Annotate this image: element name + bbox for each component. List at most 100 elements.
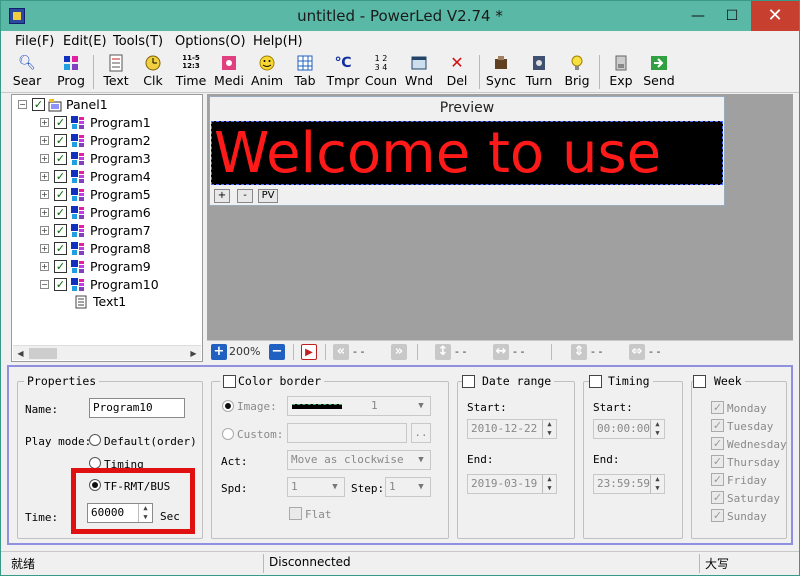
preview-zoom-in-button[interactable]: + xyxy=(214,189,230,203)
toolbar-clock-button[interactable]: Clk xyxy=(133,53,173,91)
horizontal-move-icon[interactable]: ⇔ xyxy=(629,344,645,360)
program-name-input[interactable]: Program10 xyxy=(89,398,185,418)
speed-value: 1 xyxy=(291,480,298,493)
timing-checkbox[interactable] xyxy=(589,375,602,388)
toolbar-media-button[interactable]: Medi xyxy=(209,53,249,91)
preview-zoom-out-button[interactable]: - xyxy=(237,189,253,203)
flat-checkbox[interactable] xyxy=(289,507,302,520)
week-day-checkbox[interactable]: ✓ xyxy=(711,437,724,450)
expand-toggle[interactable]: + xyxy=(40,262,49,271)
toolbar-brightness-button[interactable]: Brig xyxy=(557,53,597,91)
vertical-move-icon[interactable]: ⇕ xyxy=(571,344,587,360)
scroll-thumb[interactable] xyxy=(29,348,57,359)
menu-file[interactable]: File(F) xyxy=(15,34,54,49)
week-day-checkbox[interactable]: ✓ xyxy=(711,473,724,486)
maximize-button[interactable]: ☐ xyxy=(715,1,749,31)
expand-toggle[interactable]: + xyxy=(40,208,49,217)
custom-browse-button[interactable]: .. xyxy=(411,423,431,443)
align-right-icon[interactable]: » xyxy=(391,344,407,360)
expand-toggle[interactable]: + xyxy=(40,154,49,163)
preview-pv-button[interactable]: PV xyxy=(258,189,278,203)
program-checkbox[interactable]: ✓ xyxy=(54,134,67,147)
toolbar-turn-button[interactable]: Turn xyxy=(519,53,559,91)
expand-toggle[interactable]: + xyxy=(40,118,49,127)
step-select[interactable]: 1 ▼ xyxy=(385,477,431,497)
caps-lock-indicator: 大写 xyxy=(705,557,730,571)
toolbar-animation-button[interactable]: Anim xyxy=(247,53,287,91)
menu-help[interactable]: Help(H) xyxy=(253,34,303,49)
toolbar-text-button[interactable]: Text xyxy=(96,53,136,91)
timing-start-spinner[interactable]: ▲ ▼ xyxy=(650,420,664,438)
toolbar-window-button[interactable]: Wnd xyxy=(399,53,439,91)
toolbar-export-button[interactable]: Exp xyxy=(601,53,641,91)
toolbar-delete-button[interactable]: ✕ Del xyxy=(437,53,477,91)
align-left-icon[interactable]: « xyxy=(333,344,349,360)
menu-tools[interactable]: Tools(T) xyxy=(113,34,163,49)
minimize-button[interactable]: — xyxy=(681,1,715,31)
timing-end-input[interactable]: 23:59:59 ▲ ▼ xyxy=(593,474,665,494)
program-checkbox[interactable]: ✓ xyxy=(54,206,67,219)
toolbar-sync-button[interactable]: Sync xyxy=(481,53,521,91)
image-radio[interactable] xyxy=(222,400,234,412)
date-start-spinner[interactable]: ▲ ▼ xyxy=(542,420,556,438)
week-day-checkbox[interactable]: ✓ xyxy=(711,401,724,414)
week-day-checkbox[interactable]: ✓ xyxy=(711,491,724,504)
program-checkbox[interactable]: ✓ xyxy=(54,278,67,291)
play-icon[interactable]: ▶ xyxy=(301,344,317,360)
mode-default-radio[interactable] xyxy=(89,434,101,446)
expand-toggle[interactable]: + xyxy=(40,136,49,145)
vertical-size-icon[interactable]: ↕ xyxy=(435,344,451,360)
program-checkbox[interactable]: ✓ xyxy=(54,260,67,273)
toolbar-counter-button[interactable]: 1 23 4 Coun xyxy=(361,53,401,91)
program-icon xyxy=(71,278,85,292)
toolbar-temperature-button[interactable]: ℃ Tmpr xyxy=(323,53,363,91)
week-checkbox[interactable] xyxy=(693,375,706,388)
act-select[interactable]: Move as clockwise ▼ xyxy=(287,450,431,470)
toolbar-table-button[interactable]: Tab xyxy=(285,53,325,91)
toolbar-search-button[interactable]: 🔍︎ Sear xyxy=(7,53,47,91)
expand-toggle[interactable]: + xyxy=(40,244,49,253)
menu-edit[interactable]: Edit(E) xyxy=(63,34,107,49)
horizontal-size-icon[interactable]: ↔ xyxy=(493,344,509,360)
date-range-checkbox[interactable] xyxy=(462,375,475,388)
toolbar-time-button[interactable]: 11-5 12:3 Time xyxy=(171,53,211,91)
zoom-out-icon[interactable]: − xyxy=(269,344,285,360)
close-button[interactable]: ✕ xyxy=(751,1,799,31)
collapse-toggle[interactable]: − xyxy=(18,100,27,109)
date-start-input[interactable]: 2010-12-22 ▲ ▼ xyxy=(467,419,557,439)
panel-checkbox[interactable]: ✓ xyxy=(32,98,45,111)
program-checkbox[interactable]: ✓ xyxy=(54,116,67,129)
speed-select[interactable]: 1 ▼ xyxy=(287,477,345,497)
timing-end-spinner[interactable]: ▲ ▼ xyxy=(650,475,664,493)
timing-start-input[interactable]: 00:00:00 ▲ ▼ xyxy=(593,419,665,439)
color-border-checkbox[interactable] xyxy=(223,375,236,388)
date-end-input[interactable]: 2019-03-19 ▲ ▼ xyxy=(467,474,557,494)
week-day-checkbox[interactable]: ✓ xyxy=(711,419,724,432)
program-checkbox[interactable]: ✓ xyxy=(54,170,67,183)
scroll-left-arrow-icon[interactable]: ◀ xyxy=(13,346,28,361)
expand-toggle[interactable]: + xyxy=(40,190,49,199)
program-checkbox[interactable]: ✓ xyxy=(54,224,67,237)
image-select[interactable]: 1 ▼ xyxy=(287,396,431,416)
custom-input[interactable] xyxy=(287,423,407,443)
zoom-in-icon[interactable]: + xyxy=(211,344,227,360)
program-label: Program1 xyxy=(90,115,151,130)
program-checkbox[interactable]: ✓ xyxy=(54,242,67,255)
program-label: Program5 xyxy=(90,187,151,202)
program-checkbox[interactable]: ✓ xyxy=(54,152,67,165)
date-end-spinner[interactable]: ▲ ▼ xyxy=(542,475,556,493)
week-day-checkbox[interactable]: ✓ xyxy=(711,455,724,468)
week-day-checkbox[interactable]: ✓ xyxy=(711,509,724,522)
custom-radio[interactable] xyxy=(222,428,234,440)
expand-toggle[interactable]: − xyxy=(40,280,49,289)
led-display[interactable]: Welcome to use xyxy=(211,121,723,185)
expand-toggle[interactable]: + xyxy=(40,172,49,181)
expand-toggle[interactable]: + xyxy=(40,226,49,235)
menu-options[interactable]: Options(O) xyxy=(175,34,246,49)
toolbar-send-button[interactable]: Send xyxy=(639,53,679,91)
scroll-right-arrow-icon[interactable]: ▶ xyxy=(186,346,201,361)
flat-label: Flat xyxy=(305,508,332,521)
program-checkbox[interactable]: ✓ xyxy=(54,188,67,201)
toolbar-program-button[interactable]: Prog xyxy=(51,53,91,91)
tree-horizontal-scrollbar[interactable]: ◀ ▶ xyxy=(13,345,201,360)
